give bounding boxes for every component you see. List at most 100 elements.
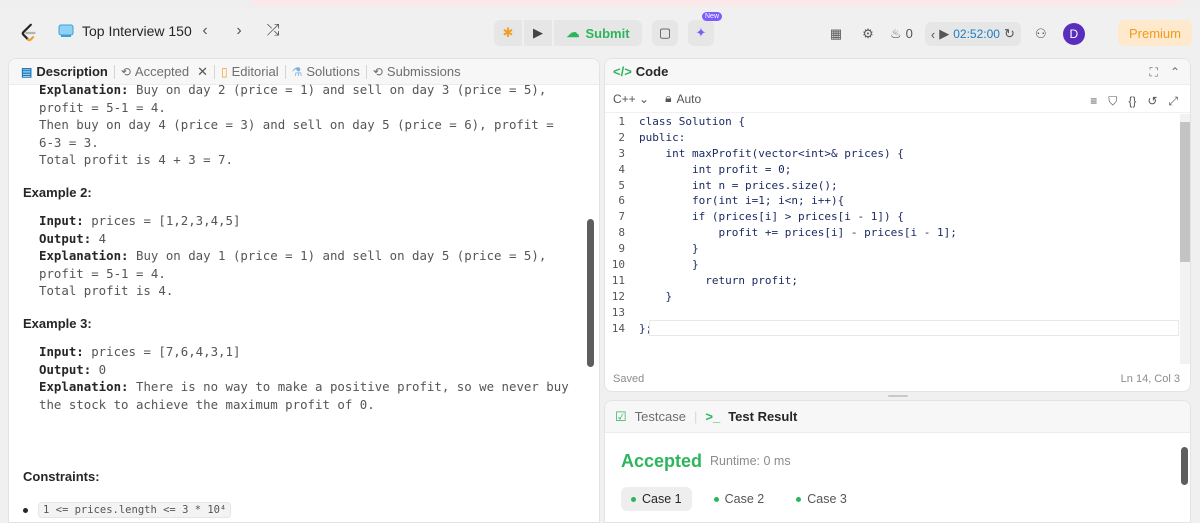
layout-grid-icon[interactable]: ▦ [826,26,846,42]
tab-editorial[interactable]: ▯ Editorial [215,64,285,79]
output-label: Output: [39,230,92,246]
notes-button[interactable]: ▢ [652,20,678,46]
tab-accepted[interactable]: ⟲ Accepted ✕ [115,64,214,80]
editor-scrollbar[interactable] [1180,114,1190,364]
tab-submissions-label: Submissions [386,64,461,79]
expand-icon[interactable]: ⤢ [1168,94,1178,109]
timer-control[interactable]: ‹ ▶ 02:52:00 ↻ [924,22,1021,46]
case-label: Case 2 [724,492,765,506]
test-tab-bar: ☑ Testcase | >_ Test Result [605,401,1190,433]
cursor-position: Ln 14, Col 3 [1120,373,1180,385]
study-plan-icon [58,24,74,37]
next-problem-chevron-right-icon[interactable]: › [230,22,248,40]
code-line[interactable]: 11 return profit; [605,273,1179,289]
line-number: 2 [618,130,625,144]
tab-description-label: Description [36,64,108,79]
maximize-icon[interactable]: ⛶ [1150,65,1158,80]
code-panel: </> Code ⛶ ⌃ C++ ⌄ 🔒︎ Auto ≡ ⛉ {} ↺ ⤢ 1 c… [604,58,1191,392]
tab-description[interactable]: ▤ Description [15,64,114,79]
code-line[interactable]: 13 [605,305,1179,321]
book-icon: ▯ [221,64,228,79]
ai-assistant-button[interactable]: ✦ New [688,12,723,46]
code-line[interactable]: 4 int profit = 0; [605,162,1179,178]
code-title: Code [635,64,669,79]
output-label: Output: [39,361,92,377]
tab-solutions[interactable]: ⚗ Solutions [286,64,366,79]
case-tab-2[interactable]: Case 2 [704,487,775,511]
gear-icon[interactable]: ⚙ [858,26,878,42]
submit-button[interactable]: ☁ Submit [554,20,642,46]
code-line[interactable]: 7 if (prices[i] > prices[i - 1]) { [605,209,1179,225]
code-line[interactable]: 1 class Solution { [605,114,1179,130]
code-header: </> Code ⛶ ⌃ [605,59,1190,85]
explanation-text: profit = 5-1 = 4. [39,99,166,115]
code-text: } [639,289,673,303]
problem-list-button[interactable]: Top Interview 150 [58,23,192,39]
code-text: if (prices[i] > prices[i - 1]) { [639,210,904,224]
code-line[interactable]: 9 } [605,241,1179,257]
editor-tools: ≡ ⛉ {} ↺ ⤢ [1090,94,1178,109]
panel-resize-handle[interactable] [888,395,908,397]
explanation-text: Then buy on day 4 (price = 3) and sell o… [39,117,554,133]
code-line[interactable]: 8 profit += prices[i] - prices[i - 1]; [605,225,1179,241]
avatar[interactable]: D [1062,23,1085,45]
code-line[interactable]: 10 } [605,257,1179,273]
runtime-label: Runtime: 0 ms [710,454,791,468]
prev-problem-chevron-left-icon[interactable]: ‹ [196,22,214,40]
auto-mode-label[interactable]: Auto [676,92,701,106]
leetcode-logo-icon[interactable] [18,22,40,44]
code-line[interactable]: 3 int maxProfit(vector<int>& prices) { [605,146,1179,162]
tab-testcase[interactable]: Testcase [635,409,686,424]
top-navigation: Top Interview 150 ‹ › ⤮ ✱ ▶ ☁ Submit ▢ ✦… [0,8,1200,56]
reset-code-icon[interactable]: ↺ [1147,94,1157,109]
format-icon[interactable]: ≡ [1090,94,1097,109]
line-number: 7 [618,210,625,224]
run-button[interactable]: ▶ [524,20,552,46]
pass-dot [796,496,802,502]
premium-button[interactable]: Premium [1118,20,1192,46]
code-text: return profit; [639,273,798,287]
line-number: 1 [618,115,625,128]
line-number: 13 [611,305,625,319]
save-status: Saved [613,373,645,385]
debug-button[interactable]: ✱ [494,20,522,46]
cloud-upload-icon: ☁ [566,25,580,40]
editor-scroll-thumb[interactable] [1180,122,1190,262]
pass-dot [631,496,636,502]
braces-icon[interactable]: {} [1128,94,1136,109]
code-text: } [639,242,699,256]
case-tab-1[interactable]: Case 1 [621,487,692,511]
description-icon: ▤ [21,64,33,79]
explanation-label: Explanation: [39,379,129,395]
shuffle-icon[interactable]: ⤮ [264,22,282,40]
flask-icon: ⚗ [291,64,303,79]
new-badge: New [702,12,723,21]
constraints-title: Constraints: [23,469,100,484]
code-line[interactable]: 5 int n = prices.size(); [605,178,1179,194]
code-editor[interactable]: 1 class Solution {2 public: 3 int maxProfit… [605,114,1179,364]
test-scrollbar[interactable] [1181,447,1188,485]
language-label: C++ [613,91,636,106]
example-3-block: Input: prices = [7,6,4,3,1] Output: 0 Ex… [23,343,583,413]
case-tab-3[interactable]: Case 3 [786,487,857,511]
bookmark-icon[interactable]: ⛉ [1108,94,1117,109]
lock-icon: 🔒︎ [665,91,672,105]
code-line[interactable]: 12 } [605,289,1179,305]
tab-test-result[interactable]: Test Result [728,409,797,424]
language-select[interactable]: C++ ⌄ [613,92,649,106]
collapse-chevron-up-icon[interactable]: ⌃ [1170,65,1180,80]
play-timer-icon[interactable]: ▶ [939,26,949,42]
code-line[interactable]: 2 public: [605,130,1179,146]
streak-counter[interactable]: ♨ 0 [890,26,913,42]
reset-icon[interactable]: ↻ [1004,26,1015,42]
problem-description: Explanation: Buy on day 2 (price = 1) an… [23,82,583,413]
line-number: 11 [611,273,625,287]
checkbox-icon: ☑ [615,408,627,424]
description-scrollbar[interactable] [587,219,594,367]
tab-submissions[interactable]: ⟲ Submissions [367,64,467,79]
add-user-icon[interactable]: ⚇ [1031,26,1051,42]
chevron-left-icon[interactable]: ‹ [931,27,935,42]
line-number: 6 [618,194,625,208]
close-icon[interactable]: ✕ [197,64,208,80]
code-line[interactable]: 6 for(int i=1; i<n; i++){ [605,193,1179,209]
